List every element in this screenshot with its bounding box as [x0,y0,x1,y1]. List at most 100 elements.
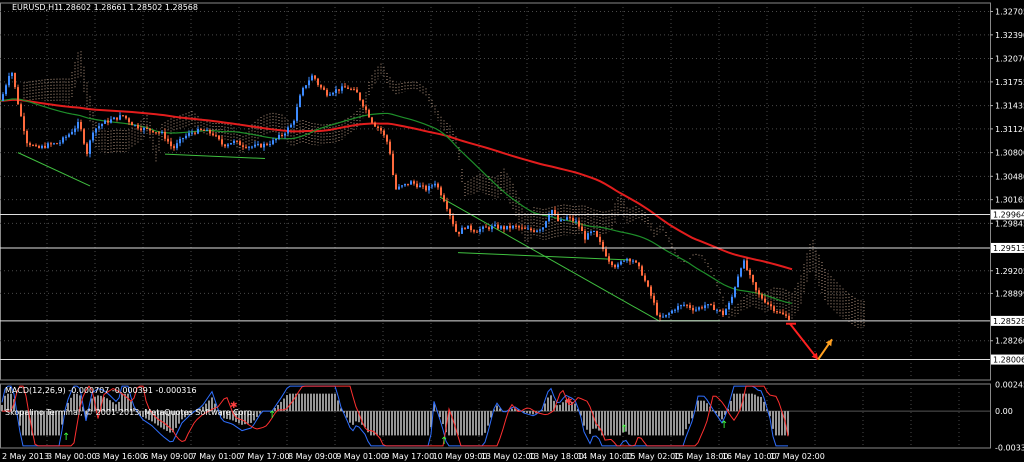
candle-body [497,224,499,229]
candle-body [146,128,148,130]
candle-body [404,183,406,186]
candle-body [287,127,289,134]
candle-body [734,287,736,297]
candle-body [458,231,460,234]
candle-body [695,309,697,311]
macd-up-arrow: ↑ [268,410,276,421]
candle-body [419,185,421,188]
candle-body [281,135,283,137]
candle-body [719,309,721,311]
candle-body [131,122,133,126]
candle-body [62,137,64,143]
candle-body [101,123,103,127]
candle-body [704,305,706,308]
candle-body [662,316,664,318]
candle-body [710,304,712,306]
candle-body [542,227,544,230]
candle-body [245,146,247,148]
candle-body [92,132,94,141]
macd-tick-label: 0.002459 [995,380,1024,389]
candle-body [572,217,574,222]
candle-body [371,117,373,123]
candle-body [680,305,682,307]
price-tick-label: 1.30800 [995,149,1024,158]
candle-body [155,132,157,134]
candle-body [224,144,226,147]
candle-body [470,225,472,231]
candle-body [398,186,400,190]
time-label: 7 May 17:00 [240,452,290,461]
candle-body [140,128,142,131]
candle-body [536,230,538,232]
candle-body [560,219,562,222]
candle-body [467,225,469,229]
candle-body [317,78,319,85]
time-label: 7 May 01:00 [192,452,242,461]
candle-body [116,117,118,120]
candle-body [530,228,532,231]
candle-body [596,231,598,237]
candle-body [158,132,160,134]
time-label: 13 May 02:00 [481,452,536,461]
candle-body [89,140,91,154]
candle-body [764,298,766,303]
candle-body [506,225,508,230]
candle-body [788,315,790,320]
candle-body [65,136,67,138]
candle-body [563,219,565,221]
candle-body [59,142,61,144]
candle-body [167,138,169,142]
candle-body [362,100,364,107]
candle-body [689,305,691,308]
time-label: 9 May 17:00 [384,452,434,461]
candle-body [206,129,208,131]
time-label: 6 May 09:00 [143,452,193,461]
candle-body [698,307,700,310]
candle-body [233,140,235,143]
candle-body [422,185,424,187]
candle-body [758,290,760,295]
candle-body [773,306,775,312]
trend-line [457,252,631,261]
candle-body [95,128,97,133]
candle-body [14,72,16,88]
candle-body [767,302,769,305]
candle-body [743,260,745,269]
time-label: 3 May 16:00 [95,452,145,461]
candle-body [410,181,412,185]
candle-body [632,260,634,262]
candle-body [395,175,397,190]
candle-body [749,269,751,275]
candle-body [152,130,154,133]
candle-body [314,75,316,79]
candle-body [200,128,202,130]
candle-body [521,227,523,229]
candle-body [626,258,628,261]
candle-body [494,224,496,226]
candle-body [437,183,439,188]
candle-body [266,143,268,145]
candle-body [557,214,559,222]
time-label: 13 May 18:00 [529,452,584,461]
candle-body [683,304,685,306]
price-tick-label: 1.30165 [995,196,1024,205]
candle-body [56,143,58,145]
candle-body [353,89,355,91]
candle-body [554,209,556,215]
candle-body [413,181,415,184]
main-frame [0,2,991,381]
candle-body [509,225,511,229]
candle-body [440,187,442,196]
candle-body [488,227,490,230]
time-label: 15 May 02:00 [625,452,680,461]
candles [2,71,790,321]
time-label: 16 May 10:00 [722,452,777,461]
candle-body [383,130,385,136]
price-tick-label: 1.31120 [995,125,1024,134]
candle-body [323,87,325,90]
copyright-text: Skopalino Terminal, © 2001-2013, MetaQuo… [5,408,254,417]
candle-body [170,141,172,147]
candle-body [356,89,358,93]
candle-body [104,120,106,124]
candle-body [251,146,253,148]
